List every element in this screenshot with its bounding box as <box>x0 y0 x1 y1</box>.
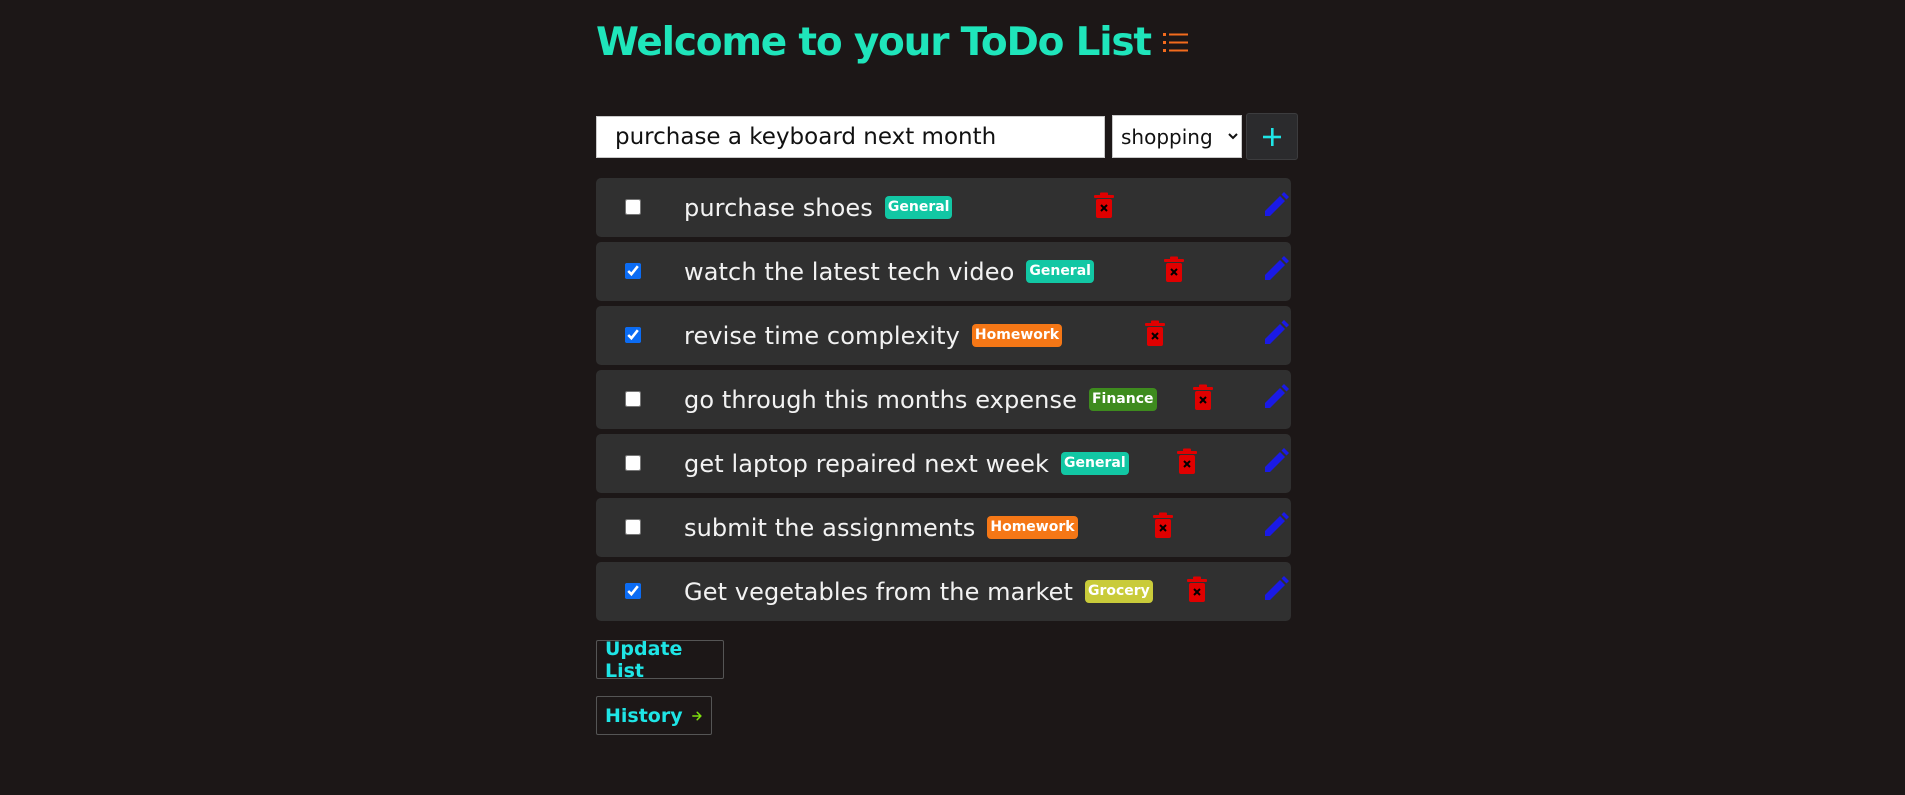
task-text: Get vegetables from the market <box>684 577 1073 606</box>
task-text: revise time complexity <box>684 321 960 350</box>
update-list-button[interactable]: Update List <box>596 637 724 682</box>
task-item: go through this months expense Finance <box>596 370 1291 429</box>
category-tag: General <box>1061 452 1129 475</box>
task-content: submit the assignments Homework <box>684 498 1078 557</box>
category-select[interactable]: shopping <box>1112 115 1242 158</box>
task-text: watch the latest tech video <box>684 257 1015 286</box>
task-content: go through this months expense Finance <box>684 370 1157 429</box>
trash-icon[interactable] <box>1093 192 1115 220</box>
task-checkbox[interactable] <box>625 391 641 407</box>
task-item: purchase shoes General <box>596 178 1291 237</box>
task-checkbox[interactable] <box>625 327 641 343</box>
task-item: get laptop repaired next week General <box>596 434 1291 493</box>
new-task-form: shopping <box>596 113 1298 160</box>
task-item: Get vegetables from the market Grocery <box>596 562 1291 621</box>
task-text: get laptop repaired next week <box>684 449 1050 478</box>
task-list: purchase shoes General watch the latest … <box>596 178 1291 626</box>
pencil-icon[interactable] <box>1261 191 1291 221</box>
category-tag: Finance <box>1088 388 1157 411</box>
pencil-icon[interactable] <box>1261 447 1291 477</box>
trash-icon[interactable] <box>1192 384 1214 412</box>
task-text: purchase shoes <box>684 193 873 222</box>
pencil-icon[interactable] <box>1261 575 1291 605</box>
category-tag: Homework <box>971 324 1063 347</box>
category-tag: Homework <box>987 516 1078 539</box>
trash-icon[interactable] <box>1186 576 1208 604</box>
list-icon <box>1162 31 1189 55</box>
category-tag: Grocery <box>1084 580 1153 603</box>
pencil-icon[interactable] <box>1261 255 1291 285</box>
task-content: watch the latest tech video General <box>684 242 1094 301</box>
task-content: purchase shoes General <box>684 178 953 237</box>
task-text: go through this months expense <box>684 385 1077 414</box>
task-content: Get vegetables from the market Grocery <box>684 562 1153 621</box>
task-checkbox[interactable] <box>625 583 641 599</box>
arrow-right-icon <box>691 711 702 720</box>
trash-icon[interactable] <box>1144 320 1166 348</box>
task-checkbox[interactable] <box>625 263 641 279</box>
page-title: Welcome to your ToDo List <box>596 20 1152 65</box>
header: Welcome to your ToDo List <box>596 20 1189 65</box>
task-item: watch the latest tech video General <box>596 242 1291 301</box>
category-tag: General <box>884 196 953 219</box>
task-checkbox[interactable] <box>625 455 641 471</box>
pencil-icon[interactable] <box>1261 383 1291 413</box>
task-content: revise time complexity Homework <box>684 306 1063 365</box>
task-checkbox[interactable] <box>625 519 641 535</box>
task-text: submit the assignments <box>684 513 976 542</box>
task-checkbox[interactable] <box>625 199 641 215</box>
add-task-button[interactable] <box>1246 113 1298 160</box>
trash-icon[interactable] <box>1152 512 1174 540</box>
category-tag: General <box>1026 260 1094 283</box>
task-item: submit the assignments Homework <box>596 498 1291 557</box>
history-button[interactable]: History <box>596 696 712 735</box>
new-task-input[interactable] <box>596 115 1105 158</box>
task-item: revise time complexity Homework <box>596 306 1291 365</box>
history-label: History <box>605 704 683 727</box>
pencil-icon[interactable] <box>1261 319 1291 349</box>
trash-icon[interactable] <box>1176 448 1198 476</box>
pencil-icon[interactable] <box>1261 511 1291 541</box>
plus-icon <box>1263 127 1281 146</box>
update-list-label: Update List <box>605 637 683 682</box>
task-content: get laptop repaired next week General <box>684 434 1129 493</box>
trash-icon[interactable] <box>1163 256 1185 284</box>
